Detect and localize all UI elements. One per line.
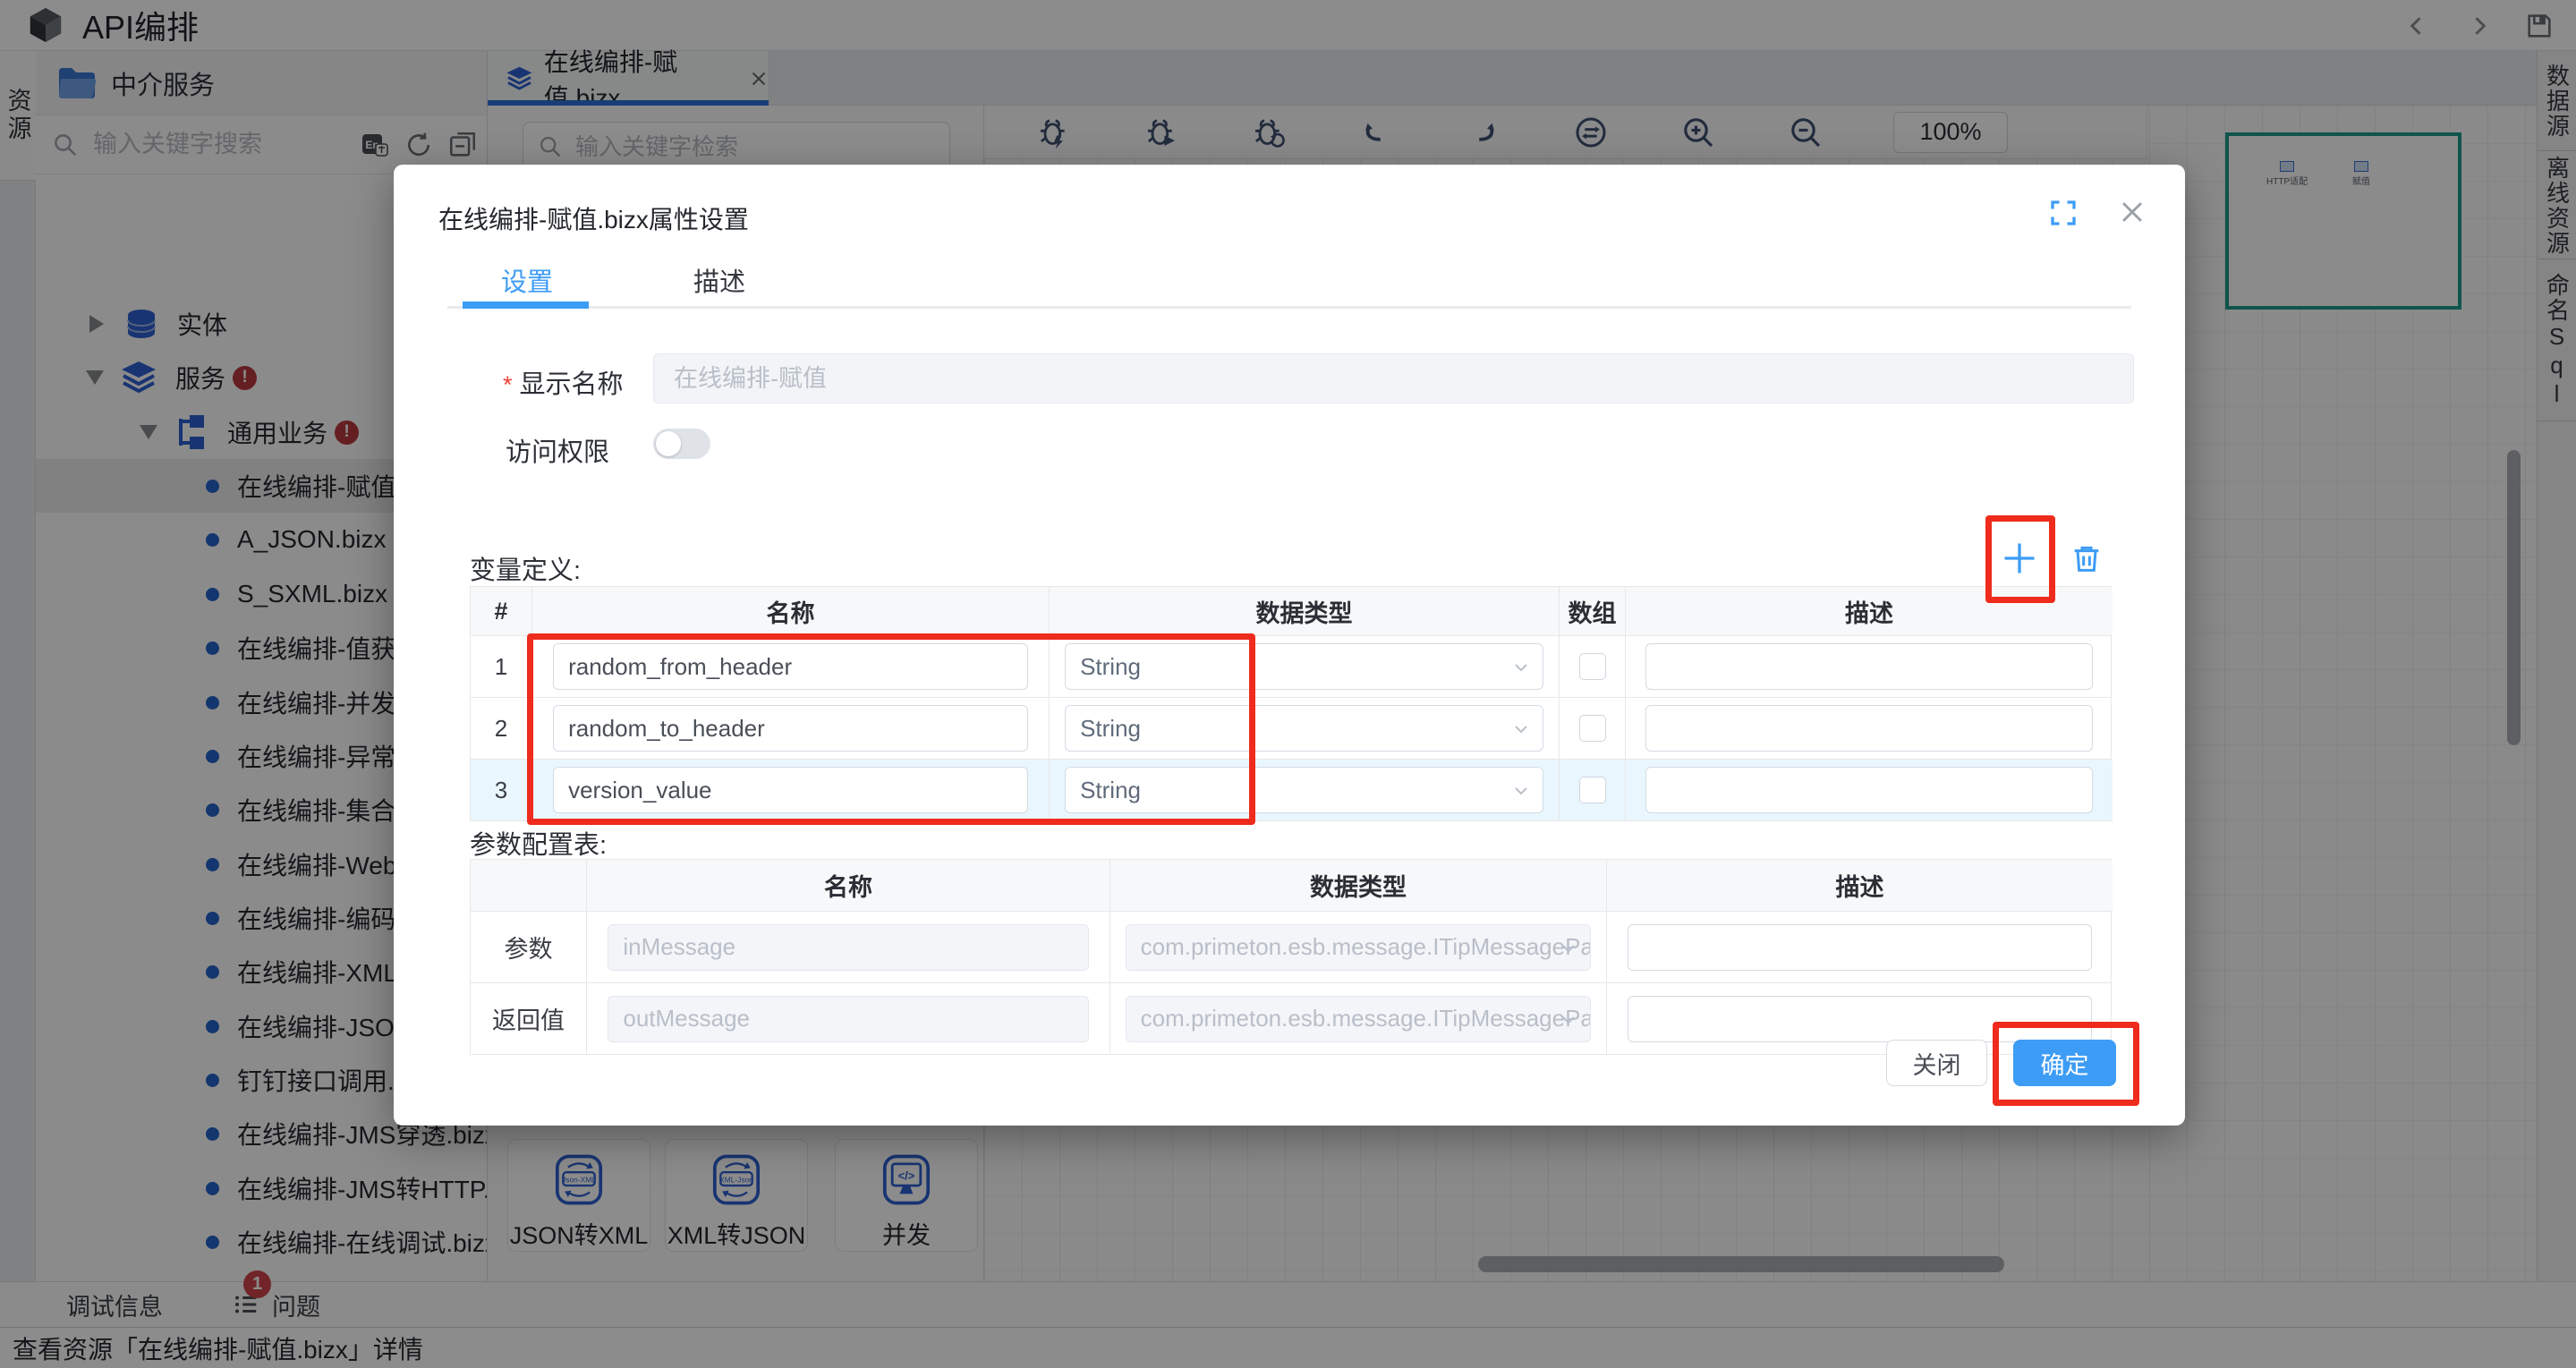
close-icon[interactable] (2117, 197, 2147, 232)
param-row: 参数 com.primeton.esb.message.ITipMessageP… (471, 912, 2111, 983)
variable-type-select[interactable]: String (1065, 705, 1543, 752)
active-tab-underline (463, 302, 589, 309)
display-name-input[interactable] (653, 353, 2134, 404)
properties-dialog: 在线编排-赋值.bizx属性设置 设置 描述 *显示名称 访问权限 变量定义: … (394, 165, 2185, 1126)
array-checkbox[interactable] (1579, 715, 1606, 742)
add-variable-button[interactable] (1998, 537, 2041, 580)
col-header-index: # (471, 587, 532, 636)
confirm-button[interactable]: 确定 (2013, 1040, 2116, 1086)
array-checkbox[interactable] (1579, 777, 1606, 803)
toggle-knob (656, 431, 681, 456)
dialog-tab-description[interactable]: 描述 (693, 261, 745, 299)
variable-type-select[interactable]: String (1065, 643, 1543, 690)
col-header-description: 描述 (1607, 860, 2113, 912)
row-index: 1 (471, 636, 532, 698)
required-asterisk: * (503, 371, 513, 398)
variable-row-selected: 3 String (471, 760, 2111, 821)
param-type-select: com.primeton.esb.message.ITipMessagePay (1126, 996, 1592, 1042)
chevron-down-icon (1558, 1009, 1579, 1031)
col-header-type: 数据类型 (1050, 587, 1560, 636)
variable-description-input[interactable] (1645, 643, 2093, 690)
params-table: 名称 数据类型 描述 参数 com.primeton.esb.message.I… (470, 859, 2112, 1055)
fullscreen-icon[interactable] (2047, 197, 2079, 234)
variable-description-input[interactable] (1645, 767, 2093, 813)
chevron-down-icon (1510, 780, 1532, 802)
dialog-tab-settings[interactable]: 设置 (501, 261, 553, 299)
col-header-array: 数组 (1560, 587, 1626, 636)
col-header-name: 名称 (532, 587, 1050, 636)
param-type-select: com.primeton.esb.message.ITipMessagePay (1126, 924, 1592, 971)
chevron-down-icon (1510, 657, 1532, 678)
params-section-label: 参数配置表: (470, 824, 607, 862)
variables-section-label: 变量定义: (470, 549, 581, 587)
param-row-label: 返回值 (471, 983, 587, 1055)
variable-row: 2 String (471, 698, 2111, 760)
app-root: API编排 资源 中介服务 (0, 0, 2576, 1368)
col-header-empty (471, 860, 587, 912)
variable-description-input[interactable] (1645, 705, 2093, 752)
param-name-input (608, 924, 1088, 971)
variable-type-select[interactable]: String (1065, 767, 1543, 813)
chevron-down-icon (1510, 718, 1532, 740)
variables-table-header: # 名称 数据类型 数组 描述 (471, 587, 2111, 636)
param-row: 返回值 com.primeton.esb.message.ITipMessage… (471, 983, 2111, 1055)
close-button[interactable]: 关闭 (1886, 1040, 1987, 1086)
param-description-input[interactable] (1628, 996, 2093, 1042)
col-header-description: 描述 (1626, 587, 2113, 636)
tabs-divider (447, 306, 2131, 309)
row-index: 2 (471, 698, 532, 760)
variable-name-input[interactable] (553, 643, 1028, 690)
variable-name-input[interactable] (553, 767, 1028, 813)
param-row-label: 参数 (471, 912, 587, 983)
variable-row: 1 String (471, 636, 2111, 698)
display-name-label: *显示名称 (503, 363, 624, 401)
params-table-header: 名称 数据类型 描述 (471, 860, 2111, 912)
access-permission-label: 访问权限 (506, 431, 609, 469)
row-index: 3 (471, 760, 532, 821)
array-checkbox[interactable] (1579, 653, 1606, 680)
param-description-input[interactable] (1628, 924, 2093, 971)
col-header-name: 名称 (587, 860, 1110, 912)
variable-name-input[interactable] (553, 705, 1028, 752)
chevron-down-icon (1558, 938, 1579, 959)
col-header-type: 数据类型 (1110, 860, 1607, 912)
dialog-title: 在线编排-赋值.bizx属性设置 (438, 200, 749, 236)
delete-variable-button[interactable] (2065, 537, 2108, 580)
variables-table: # 名称 数据类型 数组 描述 1 String 2 String (470, 586, 2112, 821)
access-permission-toggle[interactable] (653, 429, 710, 459)
param-name-input (608, 996, 1088, 1042)
